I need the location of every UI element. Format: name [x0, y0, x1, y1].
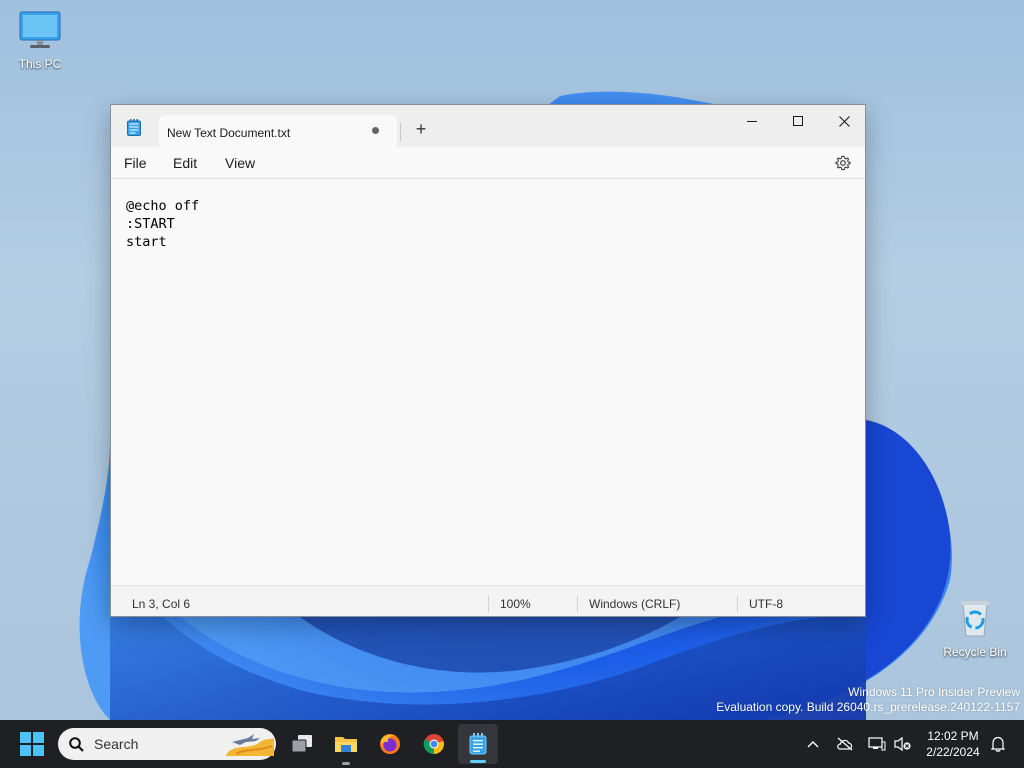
task-view-button[interactable] [282, 720, 322, 768]
status-divider [577, 595, 578, 613]
notifications-button[interactable] [986, 720, 1010, 768]
volume-muted-icon [894, 736, 911, 752]
search-placeholder: Search [94, 736, 139, 752]
menu-bar: File Edit View [111, 147, 865, 179]
menu-file[interactable]: File [124, 147, 147, 179]
search-icon [69, 737, 84, 755]
watermark-line-1: Windows 11 Pro Insider Preview [848, 685, 1020, 699]
firefox-button[interactable] [370, 720, 410, 768]
recycle-bin-icon [935, 598, 1015, 641]
start-icon [20, 732, 44, 756]
editor-line: :START [126, 216, 175, 232]
line-ending[interactable]: Windows (CRLF) [589, 586, 680, 622]
desktop-icon-label: Recycle Bin [943, 645, 1007, 659]
monitor-icon [0, 10, 80, 53]
clock-time: 12:02 PM [927, 729, 979, 743]
maximize-icon [793, 116, 803, 126]
file-explorer-icon [335, 737, 357, 752]
notepad-window[interactable]: New Text Document.txt + File Edit View @… [110, 104, 866, 617]
chrome-icon [423, 734, 444, 755]
menu-view[interactable]: View [225, 147, 255, 179]
minimize-button[interactable] [729, 105, 775, 137]
encoding[interactable]: UTF-8 [749, 586, 783, 622]
menu-edit[interactable]: Edit [173, 147, 197, 179]
zoom-level[interactable]: 100% [500, 586, 531, 622]
desktop-icon-label: This PC [18, 57, 62, 71]
notepad-icon [469, 733, 487, 755]
file-explorer-button[interactable] [326, 720, 366, 768]
task-view-icon [291, 735, 312, 753]
chrome-button[interactable] [414, 720, 454, 768]
tab-title: New Text Document.txt [167, 126, 291, 140]
taskbar-clock[interactable]: 12:02 PM 2/22/2024 [920, 728, 986, 760]
search-highlight-art-icon [226, 732, 274, 759]
status-divider [488, 595, 489, 613]
close-icon [838, 115, 850, 127]
evaluation-watermark: Windows 11 Pro Insider Preview Evaluatio… [716, 685, 1020, 715]
editor-line: @echo off [126, 198, 200, 214]
document-tab[interactable]: New Text Document.txt [159, 115, 397, 147]
volume-tray-button[interactable] [891, 720, 915, 768]
desktop-icon-recycle-bin[interactable]: Recycle Bin [935, 598, 1015, 659]
text-editor[interactable]: @echo off :START start [111, 180, 865, 585]
start-button[interactable] [12, 720, 52, 768]
title-bar[interactable]: New Text Document.txt + [111, 105, 865, 147]
desktop-icon-this-pc[interactable]: This PC [0, 10, 80, 71]
chevron-up-icon [807, 741, 819, 748]
editor-line: start [126, 234, 167, 250]
notepad-icon [127, 119, 141, 141]
cursor-position[interactable]: Ln 3, Col 6 [132, 586, 190, 622]
network-tray-button[interactable] [864, 720, 890, 768]
running-indicator [342, 762, 350, 765]
minimize-icon [747, 121, 757, 122]
status-divider [737, 595, 738, 613]
onedrive-tray-button[interactable] [832, 720, 858, 768]
active-indicator [470, 760, 486, 763]
show-hidden-icons-button[interactable] [800, 720, 826, 768]
firefox-icon [380, 734, 400, 754]
network-icon [868, 737, 886, 751]
clock-date: 2/22/2024 [926, 745, 980, 759]
watermark-line-2: Evaluation copy. Build 26040.rs_prerelea… [716, 700, 1020, 714]
cloud-offline-icon [837, 737, 853, 751]
settings-gear-icon[interactable] [835, 155, 851, 171]
taskbar: Search 12:02 PM 2/22/2024 [0, 720, 1024, 768]
tab-divider [400, 123, 401, 141]
taskbar-search-box[interactable]: Search [58, 728, 276, 760]
unsaved-dot-icon[interactable] [372, 127, 379, 134]
bell-icon [991, 736, 1005, 752]
close-button[interactable] [821, 105, 867, 137]
notepad-taskbar-button[interactable] [458, 724, 498, 764]
maximize-button[interactable] [775, 105, 821, 137]
status-bar: Ln 3, Col 6 100% Windows (CRLF) UTF-8 [111, 585, 865, 616]
new-tab-button[interactable]: + [411, 119, 431, 139]
